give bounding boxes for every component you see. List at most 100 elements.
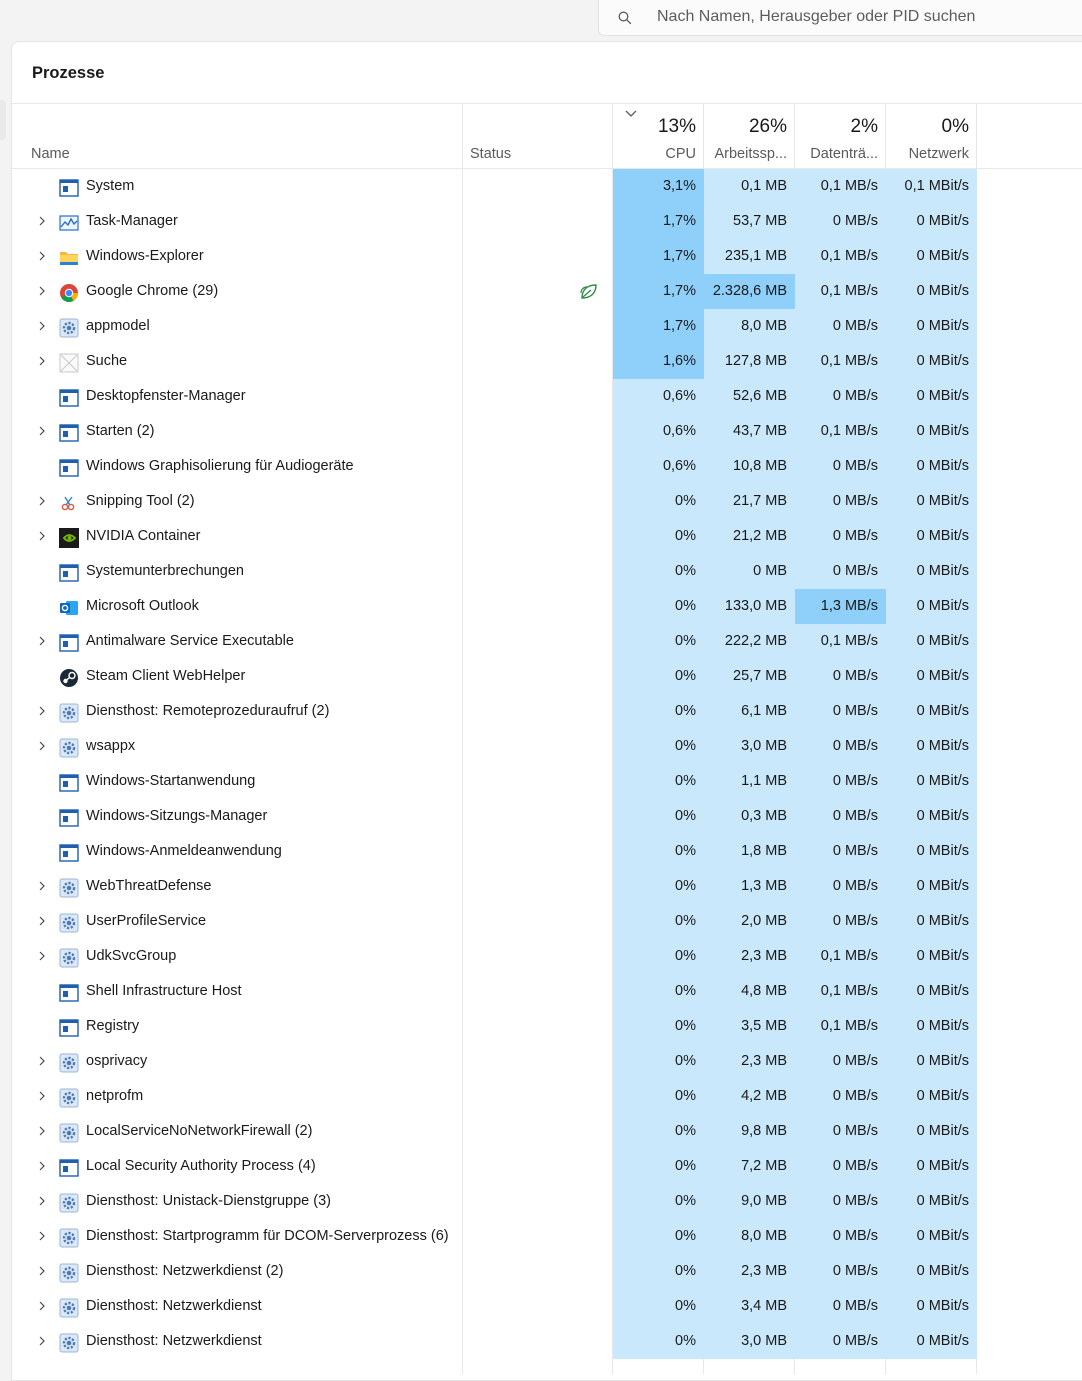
- process-network: 0 MBit/s: [886, 1254, 977, 1289]
- service-gear-icon: [59, 1087, 79, 1108]
- steam-icon: [59, 667, 79, 687]
- process-cpu: 0%: [613, 764, 704, 799]
- process-row[interactable]: Shell Infrastructure Host 0% 4,8 MB 0,1 MB/…: [12, 974, 1082, 1009]
- process-row[interactable]: Diensthost: Startprogramm für DCOM-Serve…: [12, 1219, 1082, 1254]
- process-name: Windows-Sitzungs-Manager: [86, 808, 268, 824]
- column-header-cpu[interactable]: 13% CPU: [613, 104, 704, 168]
- expand-chevron-icon[interactable]: [36, 705, 48, 717]
- service-gear-icon: [59, 702, 79, 723]
- column-header-disk[interactable]: 2% Datenträ...: [795, 104, 886, 168]
- expand-chevron-icon[interactable]: [36, 635, 48, 647]
- process-row[interactable]: UdkSvcGroup 0% 2,3 MB 0,1 MB/s 0 MBit/s: [12, 939, 1082, 974]
- process-row[interactable]: Antimalware Service Executable 0% 222,2 MB…: [12, 624, 1082, 659]
- process-memory: 3,0 MB: [704, 729, 795, 764]
- process-row[interactable]: Diensthost: Unistack-Dienstgruppe (3) 0% 9…: [12, 1184, 1082, 1219]
- expand-chevron-icon[interactable]: [36, 1125, 48, 1137]
- process-cpu: 0%: [613, 1044, 704, 1079]
- process-name: Suche: [86, 353, 128, 369]
- process-row[interactable]: Windows-Anmeldeanwendung 0% 1,8 MB 0 MB/s 0 …: [12, 834, 1082, 869]
- process-disk: 0,1 MB/s: [795, 414, 886, 449]
- process-row[interactable]: Windows Graphisolierung für Audiogeräte 0…: [12, 449, 1082, 484]
- process-row[interactable]: Systemunterbrechungen 0% 0 MB 0 MB/s 0 MBit/…: [12, 554, 1082, 589]
- process-row[interactable]: Microsoft Outlook 0% 133,0 MB 1,3 MB/s 0 MBi…: [12, 589, 1082, 624]
- column-header-network[interactable]: 0% Netzwerk: [886, 104, 977, 168]
- expand-chevron-icon[interactable]: [36, 215, 48, 227]
- expand-chevron-icon[interactable]: [36, 880, 48, 892]
- process-status-cell: [463, 1079, 613, 1114]
- process-name-cell: Diensthost: Unistack-Dienstgruppe (3): [12, 1184, 462, 1219]
- expand-chevron-icon[interactable]: [36, 1090, 48, 1102]
- process-network: 0 MBit/s: [886, 519, 977, 554]
- expand-chevron-icon[interactable]: [36, 1300, 48, 1312]
- process-row[interactable]: Diensthost: Netzwerkdienst 0% 3,4 MB 0 MB/s…: [12, 1289, 1082, 1324]
- process-row[interactable]: osprivacy 0% 2,3 MB 0 MB/s 0 MBit/s: [12, 1044, 1082, 1079]
- process-row[interactable]: Task-Manager 1,7% 53,7 MB 0 MB/s 0 MBit/s: [12, 204, 1082, 239]
- process-row[interactable]: wsappx 0% 3,0 MB 0 MB/s 0 MBit/s: [12, 729, 1082, 764]
- expand-chevron-icon[interactable]: [36, 1160, 48, 1172]
- expand-chevron-icon[interactable]: [36, 355, 48, 367]
- process-name-cell: Diensthost: Netzwerkdienst: [12, 1324, 462, 1359]
- process-disk: 0 MB/s: [795, 1044, 886, 1079]
- process-row[interactable]: Windows-Sitzungs-Manager 0% 0,3 MB 0 MB/s 0 …: [12, 799, 1082, 834]
- process-row[interactable]: NVIDIA Container 0% 21,2 MB 0 MB/s 0 MBit/s: [12, 519, 1082, 554]
- process-row[interactable]: appmodel 1,7% 8,0 MB 0 MB/s 0 MBit/s: [12, 309, 1082, 344]
- process-row[interactable]: WebThreatDefense 0% 1,3 MB 0 MB/s 0 MBit/s: [12, 869, 1082, 904]
- expand-chevron-icon[interactable]: [36, 1195, 48, 1207]
- process-row[interactable]: Diensthost: Netzwerkdienst 0% 3,0 MB 0 MB/s…: [12, 1324, 1082, 1359]
- column-header-memory-label: Arbeitssp...: [714, 146, 787, 162]
- process-memory: 2,3 MB: [704, 939, 795, 974]
- process-cpu: 0%: [613, 1009, 704, 1044]
- process-cpu: 0%: [613, 1219, 704, 1254]
- expand-chevron-icon[interactable]: [36, 285, 48, 297]
- expand-chevron-icon[interactable]: [36, 495, 48, 507]
- column-header-cpu-label: CPU: [665, 146, 696, 162]
- process-row[interactable]: UserProfileService 0% 2,0 MB 0 MB/s 0 MBit/s: [12, 904, 1082, 939]
- expand-chevron-icon[interactable]: [36, 950, 48, 962]
- search-box[interactable]: Nach Namen, Herausgeber oder PID suchen: [598, 0, 1082, 36]
- expand-chevron-icon[interactable]: [36, 1335, 48, 1347]
- process-row[interactable]: Desktopfenster-Manager 0,6% 52,6 MB 0 MB/s 0…: [12, 379, 1082, 414]
- outlook-icon: [59, 597, 79, 617]
- process-name-cell: Diensthost: Remoteprozeduraufruf (2): [12, 694, 462, 729]
- process-row[interactable]: Suche 1,6% 127,8 MB 0,1 MB/s 0 MBit/s: [12, 344, 1082, 379]
- process-row[interactable]: LocalServiceNoNetworkFirewall (2) 0% 9,8 M…: [12, 1114, 1082, 1149]
- process-name: Diensthost: Unistack-Dienstgruppe (3): [86, 1193, 331, 1209]
- window-icon: [59, 422, 79, 442]
- process-row[interactable]: Google Chrome (29) 1,7% 2.328,6 MB 0,1 MB/s…: [12, 274, 1082, 309]
- search-input[interactable]: Nach Namen, Herausgeber oder PID suchen: [657, 8, 975, 26]
- process-row[interactable]: System 3,1% 0,1 MB 0,1 MB/s 0,1 MBit/s: [12, 169, 1082, 204]
- window-icon: [59, 387, 79, 407]
- expand-chevron-icon[interactable]: [36, 1055, 48, 1067]
- process-name-cell: wsappx: [12, 729, 462, 764]
- process-row[interactable]: Windows-Explorer 1,7% 235,1 MB 0,1 MB/s 0 MB…: [12, 239, 1082, 274]
- process-row[interactable]: netprofm 0% 4,2 MB 0 MB/s 0 MBit/s: [12, 1079, 1082, 1114]
- expand-chevron-icon[interactable]: [36, 1230, 48, 1242]
- expand-chevron-icon[interactable]: [36, 1265, 48, 1277]
- expand-chevron-icon[interactable]: [36, 915, 48, 927]
- column-header-name[interactable]: Name: [12, 104, 463, 168]
- process-network: 0 MBit/s: [886, 939, 977, 974]
- expand-chevron-icon[interactable]: [36, 530, 48, 542]
- process-cpu: 0,6%: [613, 414, 704, 449]
- process-row[interactable]: Diensthost: Netzwerkdienst (2) 0% 2,3 MB 0 …: [12, 1254, 1082, 1289]
- process-row[interactable]: Local Security Authority Process (4) 0% 7,…: [12, 1149, 1082, 1184]
- process-row[interactable]: Registry 0% 3,5 MB 0,1 MB/s 0 MBit/s: [12, 1009, 1082, 1044]
- process-row[interactable]: Windows-Startanwendung 0% 1,1 MB 0 MB/s 0 MB…: [12, 764, 1082, 799]
- expand-chevron-icon[interactable]: [36, 320, 48, 332]
- process-cpu: 0%: [613, 659, 704, 694]
- process-row[interactable]: Steam Client WebHelper 0% 25,7 MB 0 MB/s 0 M…: [12, 659, 1082, 694]
- column-header-status[interactable]: Status: [463, 104, 613, 168]
- expand-chevron-icon[interactable]: [36, 740, 48, 752]
- process-disk: 0 MB/s: [795, 834, 886, 869]
- expand-chevron-icon[interactable]: [36, 425, 48, 437]
- service-gear-icon: [59, 877, 79, 898]
- process-row[interactable]: Diensthost: Remoteprozeduraufruf (2) 0% 6,…: [12, 694, 1082, 729]
- column-header-memory[interactable]: 26% Arbeitssp...: [704, 104, 795, 168]
- process-memory: 1,1 MB: [704, 764, 795, 799]
- expand-chevron-icon[interactable]: [36, 250, 48, 262]
- process-row[interactable]: Snipping Tool (2) 0% 21,7 MB 0 MB/s 0 MBit/s: [12, 484, 1082, 519]
- process-memory: 1,3 MB: [704, 869, 795, 904]
- process-network: 0 MBit/s: [886, 344, 977, 379]
- process-row[interactable]: Starten (2) 0,6% 43,7 MB 0,1 MB/s 0 MBit/s: [12, 414, 1082, 449]
- process-cpu: 0%: [613, 1184, 704, 1219]
